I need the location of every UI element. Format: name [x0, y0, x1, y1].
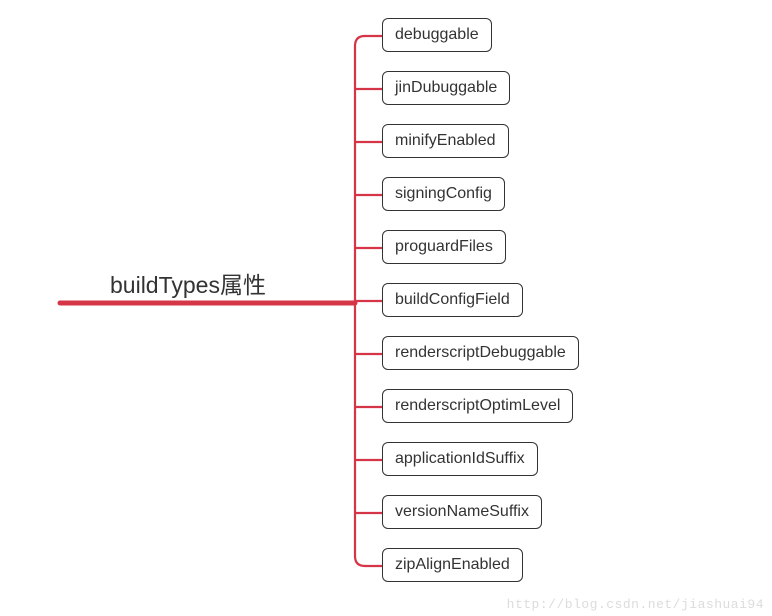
child-node: zipAlignEnabled: [382, 548, 523, 582]
child-node: debuggable: [382, 18, 492, 52]
child-node: renderscriptOptimLevel: [382, 389, 573, 423]
child-node: jinDubuggable: [382, 71, 510, 105]
child-node: signingConfig: [382, 177, 505, 211]
root-node-label: buildTypes属性: [110, 266, 266, 300]
child-node: applicationIdSuffix: [382, 442, 538, 476]
child-node: proguardFiles: [382, 230, 506, 264]
mindmap-diagram: buildTypes属性 http://blog.csdn.net/jiashu…: [0, 0, 772, 616]
watermark-text: http://blog.csdn.net/jiashuai94: [507, 597, 764, 612]
child-node: buildConfigField: [382, 283, 523, 317]
child-node: renderscriptDebuggable: [382, 336, 579, 370]
child-node: versionNameSuffix: [382, 495, 542, 529]
child-node: minifyEnabled: [382, 124, 509, 158]
